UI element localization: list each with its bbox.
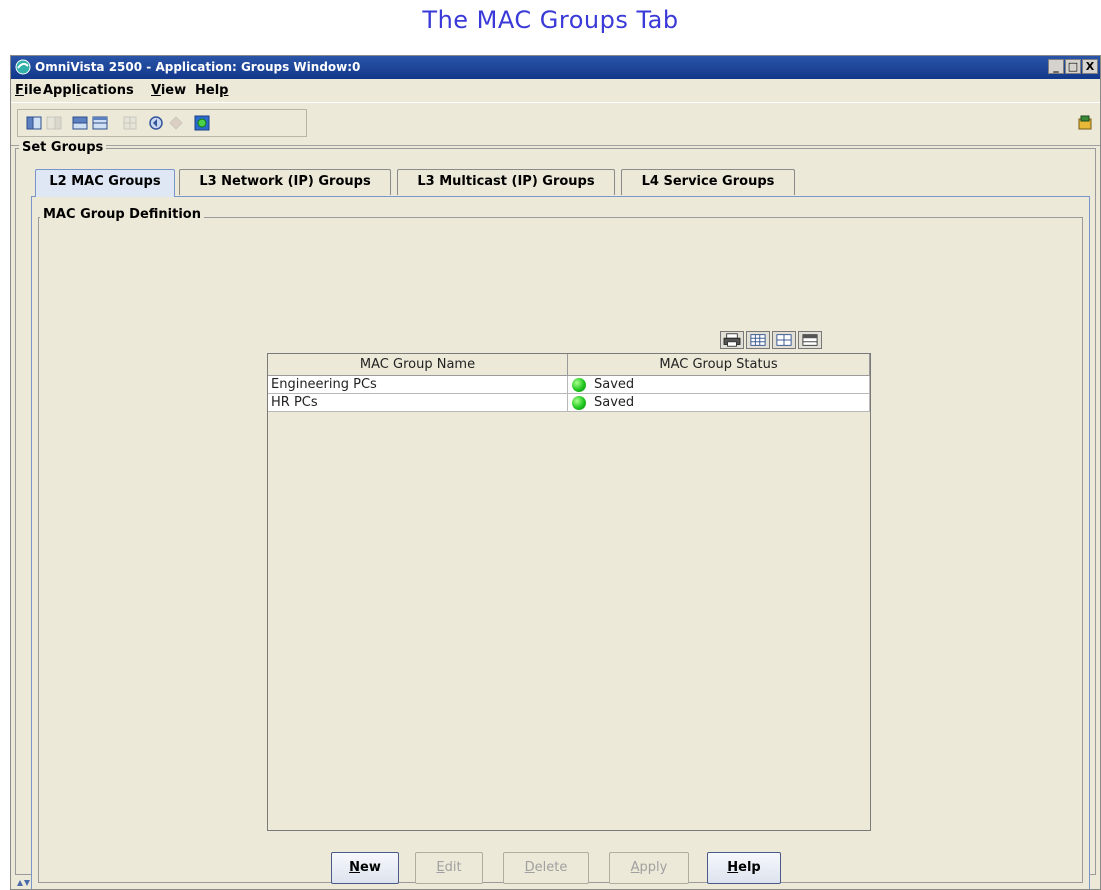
menu-applications-label-end: cations	[80, 83, 134, 98]
new-button-mnemonic: N	[349, 860, 361, 875]
status-ok-icon	[572, 396, 586, 410]
mac-group-name-cell: HR PCs	[268, 394, 568, 412]
columns-icon[interactable]	[746, 331, 770, 349]
new-button-label: ew	[360, 860, 381, 875]
mac-groups-table: MAC Group Name MAC Group Status Engineer…	[267, 353, 871, 831]
apply-button-mnemonic: A	[630, 860, 640, 875]
menu-file-label: ile	[23, 83, 42, 98]
tab-l3-network-groups[interactable]: L3 Network (IP) Groups	[179, 169, 391, 195]
window-title: OmniVista 2500 - Application: Groups Win…	[35, 60, 361, 74]
layout-right-icon[interactable]	[46, 115, 62, 131]
app-window: OmniVista 2500 - Application: Groups Win…	[10, 55, 1101, 890]
minimize-button[interactable]: _	[1048, 59, 1064, 74]
status-label: Saved	[594, 377, 635, 392]
toolbar	[11, 102, 1100, 146]
delete-button-mnemonic: D	[524, 860, 535, 875]
table-row[interactable]: Engineering PCs Saved	[268, 376, 870, 394]
print-icon[interactable]	[720, 331, 744, 349]
menu-applications-label-start: Appl	[43, 83, 77, 98]
omnivista-logo-icon	[15, 59, 31, 75]
mac-group-status-cell: Saved	[568, 376, 870, 394]
status-label: Saved	[594, 395, 635, 410]
column-header-mac-group-name[interactable]: MAC Group Name	[268, 354, 568, 376]
tab-l4-service-groups[interactable]: L4 Service Groups	[621, 169, 795, 195]
mac-group-definition-legend: MAC Group Definition	[40, 207, 204, 222]
export-icon[interactable]	[798, 331, 822, 349]
menu-view-mnemonic: V	[151, 83, 161, 98]
table-row[interactable]: HR PCs Saved	[268, 394, 870, 412]
connect-icon[interactable]	[194, 115, 210, 131]
maximize-button[interactable]: □	[1065, 59, 1081, 74]
mac-group-status-cell: Saved	[568, 394, 870, 412]
tab-l2-mac-groups[interactable]: L2 MAC Groups	[35, 169, 175, 197]
set-groups-legend: Set Groups	[19, 140, 107, 155]
menu-view-label: iew	[160, 83, 187, 98]
menu-bar: File Applications View Help	[11, 79, 1100, 101]
exit-icon[interactable]	[1077, 115, 1093, 131]
menu-file[interactable]: File	[15, 83, 42, 98]
tab-l3-multicast-groups[interactable]: L3 Multicast (IP) Groups	[397, 169, 615, 195]
layout-left-icon[interactable]	[26, 115, 42, 131]
edit-button-mnemonic: E	[436, 860, 445, 875]
help-button-mnemonic: H	[727, 860, 739, 875]
layout-split-icon[interactable]	[92, 115, 108, 131]
apply-button-label: pply	[639, 860, 668, 875]
slide-title: The MAC Groups Tab	[422, 6, 679, 34]
table-toolbar	[720, 331, 822, 349]
toolbar-group	[17, 109, 307, 137]
column-header-mac-group-status[interactable]: MAC Group Status	[568, 354, 870, 376]
filter-icon[interactable]	[772, 331, 796, 349]
layout-top-icon[interactable]	[72, 115, 88, 131]
close-button[interactable]: X	[1082, 59, 1098, 74]
status-ok-icon	[572, 378, 586, 392]
window-controls: _ □ X	[1047, 59, 1098, 74]
menu-help-mnemonic: p	[219, 83, 229, 98]
menu-file-mnemonic: F	[15, 83, 24, 98]
grid-icon[interactable]	[122, 115, 138, 131]
help-button-label: elp	[738, 860, 761, 875]
split-arrows-icon[interactable]	[15, 878, 31, 888]
status-bar	[11, 877, 1100, 889]
refresh-icon[interactable]	[148, 115, 164, 131]
menu-applications[interactable]: Applications	[43, 83, 134, 98]
delete-button-label: elete	[534, 860, 568, 875]
stop-icon[interactable]	[168, 115, 184, 131]
title-bar[interactable]: OmniVista 2500 - Application: Groups Win…	[11, 56, 1100, 79]
edit-button-label: dit	[444, 860, 462, 875]
mac-group-name-cell: Engineering PCs	[268, 376, 568, 394]
table-header: MAC Group Name MAC Group Status	[268, 354, 870, 376]
tab-strip: L2 MAC Groups L3 Network (IP) Groups L3 …	[31, 169, 1091, 199]
menu-view[interactable]: View	[151, 83, 186, 98]
menu-help-label: Hel	[195, 83, 220, 98]
menu-help[interactable]: Help	[195, 83, 228, 98]
